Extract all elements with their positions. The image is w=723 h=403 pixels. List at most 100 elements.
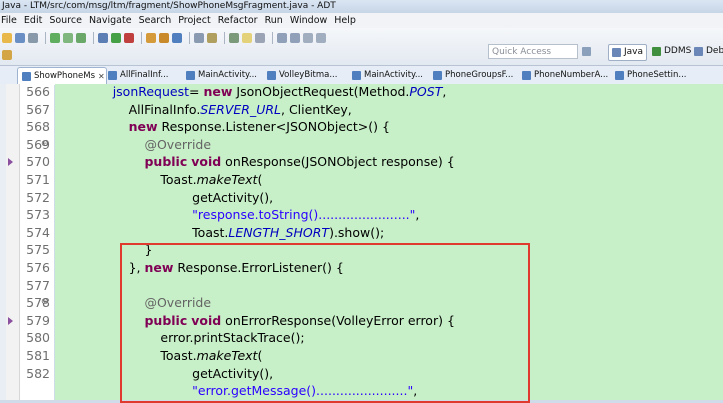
tab-label: PhoneNumberA... xyxy=(534,70,609,80)
highlight-icon[interactable] xyxy=(242,33,252,43)
fold-icon[interactable]: ⊖ xyxy=(41,136,49,153)
code-line[interactable]: getActivity(), xyxy=(65,189,273,206)
quick-access-input[interactable]: Quick Access xyxy=(488,44,578,59)
file-icon[interactable] xyxy=(2,50,12,60)
java-icon xyxy=(612,48,621,57)
perspective-ddms-label: DDMS xyxy=(664,46,692,56)
perspective-debug-label: Debi xyxy=(706,46,723,56)
fold-icon[interactable]: ⊖ xyxy=(41,294,49,311)
tab-label: PhoneSettin... xyxy=(627,70,687,80)
code-line[interactable]: public void onResponse(JSONObject respon… xyxy=(65,153,454,170)
toolbar-row-2 xyxy=(2,48,15,62)
java-file-icon xyxy=(615,71,624,80)
tab-phonegroups[interactable]: PhoneGroupsF... xyxy=(433,67,521,84)
menu-edit[interactable]: Edit xyxy=(24,13,42,28)
java-file-icon xyxy=(433,71,442,80)
new-package-icon[interactable] xyxy=(159,33,169,43)
perspective-debug[interactable]: Debi xyxy=(694,44,723,59)
tab-phonesettings[interactable]: PhoneSettin... xyxy=(615,67,723,84)
tab-phonenumber[interactable]: PhoneNumberA... xyxy=(522,67,612,84)
override-marker-icon[interactable] xyxy=(8,316,13,325)
code-line[interactable]: jsonRequest= new JsonObjectRequest(Metho… xyxy=(65,83,447,100)
code-line[interactable]: @Override xyxy=(65,136,211,153)
code-line[interactable]: Toast.LENGTH_SHORT).show(); xyxy=(65,224,384,241)
line-number: 567 xyxy=(26,101,50,117)
open-type-icon[interactable] xyxy=(194,33,204,43)
new-class-icon[interactable] xyxy=(172,33,182,43)
tab-allfinalinfo[interactable]: AllFinalInf... xyxy=(108,67,188,84)
tab-mainactivity[interactable]: MainActivity... xyxy=(186,67,268,84)
save-icon[interactable] xyxy=(15,33,25,43)
ddms-icon xyxy=(652,47,661,56)
menu-help[interactable]: Help xyxy=(334,13,356,28)
forward-icon[interactable] xyxy=(316,33,326,43)
line-number: 576 xyxy=(26,260,50,275)
tab-label: MainActivity... xyxy=(198,70,257,80)
debug-perspective-icon xyxy=(694,47,703,56)
perspective-java[interactable]: Java xyxy=(608,44,648,61)
run-icon[interactable] xyxy=(111,33,121,43)
show-whitespace-icon[interactable] xyxy=(255,33,265,43)
java-file-icon xyxy=(108,71,117,80)
line-number: 574 xyxy=(26,224,50,240)
window-title: Java - LTM/src/com/msg/ltm/fragment/Show… xyxy=(0,0,723,13)
open-perspective-icon[interactable] xyxy=(582,44,594,59)
annotation-ruler xyxy=(6,84,20,400)
code-line[interactable]: Toast.makeText( xyxy=(65,171,262,188)
line-number: 566 xyxy=(26,84,50,99)
code-line[interactable]: AllFinalInfo.SERVER_URL, ClientKey, xyxy=(65,101,352,118)
line-number: 575 xyxy=(26,242,50,258)
tab-label: VolleyBitma... xyxy=(279,70,338,80)
override-marker-icon[interactable] xyxy=(8,158,13,167)
menu-refactor[interactable]: Refactor xyxy=(218,13,258,28)
external-tools-icon[interactable] xyxy=(124,33,134,43)
code-line[interactable]: new Response.Listener<JSONObject>() { xyxy=(65,118,390,135)
menu-file[interactable]: File xyxy=(1,13,17,28)
android-sdk-icon[interactable] xyxy=(50,33,60,43)
tab-label: PhoneGroupsF... xyxy=(445,70,514,80)
java-file-icon xyxy=(22,72,31,81)
debug-icon[interactable] xyxy=(98,33,108,43)
java-file-icon xyxy=(186,71,195,80)
line-number: 570 xyxy=(26,154,50,170)
menu-source[interactable]: Source xyxy=(49,13,82,28)
line-number: 577 xyxy=(26,277,50,293)
java-file-icon xyxy=(352,71,361,80)
line-number: 568 xyxy=(26,119,50,135)
save-all-icon[interactable] xyxy=(28,33,38,43)
lint-icon[interactable] xyxy=(76,33,86,43)
java-file-icon xyxy=(522,71,531,80)
back-icon[interactable] xyxy=(303,33,313,43)
toolbar-buttons xyxy=(2,31,329,45)
line-number: 580 xyxy=(26,330,50,346)
line-number-gutter: 566 567 568 569 ⊖ 570 571 572 573 574 575 576 577 578… xyxy=(20,84,54,400)
code-line[interactable]: "response.toString()....................… xyxy=(65,206,419,223)
tab-label: MainActivity... xyxy=(364,70,423,80)
line-number: 573 xyxy=(26,207,50,223)
perspective-java-label: Java xyxy=(624,47,644,57)
line-number: 572 xyxy=(26,189,50,205)
tab-label: AllFinalInf... xyxy=(120,70,169,80)
menu-navigate[interactable]: Navigate xyxy=(89,13,132,28)
new-icon[interactable] xyxy=(2,33,12,43)
avd-manager-icon[interactable] xyxy=(63,33,73,43)
highlight-box xyxy=(120,243,530,403)
new-java-project-icon[interactable] xyxy=(146,33,156,43)
search-icon[interactable] xyxy=(207,33,217,43)
menu-project[interactable]: Project xyxy=(178,13,211,28)
java-file-icon xyxy=(267,71,276,80)
menu-window[interactable]: Window xyxy=(290,13,327,28)
next-annotation-icon[interactable] xyxy=(277,33,287,43)
line-number: 571 xyxy=(26,172,50,187)
line-number: 581 xyxy=(26,348,50,363)
toggle-mark-icon[interactable] xyxy=(229,33,239,43)
menu-bar: File Edit Source Navigate Search Project Refac… xyxy=(0,13,723,28)
line-number: 582 xyxy=(26,365,50,381)
line-number: 579 xyxy=(26,312,50,328)
perspective-ddms[interactable]: DDMS xyxy=(652,44,691,59)
menu-search[interactable]: Search xyxy=(139,13,172,28)
menu-run[interactable]: Run xyxy=(265,13,283,28)
tab-volleybitmap[interactable]: VolleyBitma... xyxy=(267,67,349,84)
previous-annotation-icon[interactable] xyxy=(290,33,300,43)
tab-mainactivity-2[interactable]: MainActivity... xyxy=(352,67,434,84)
